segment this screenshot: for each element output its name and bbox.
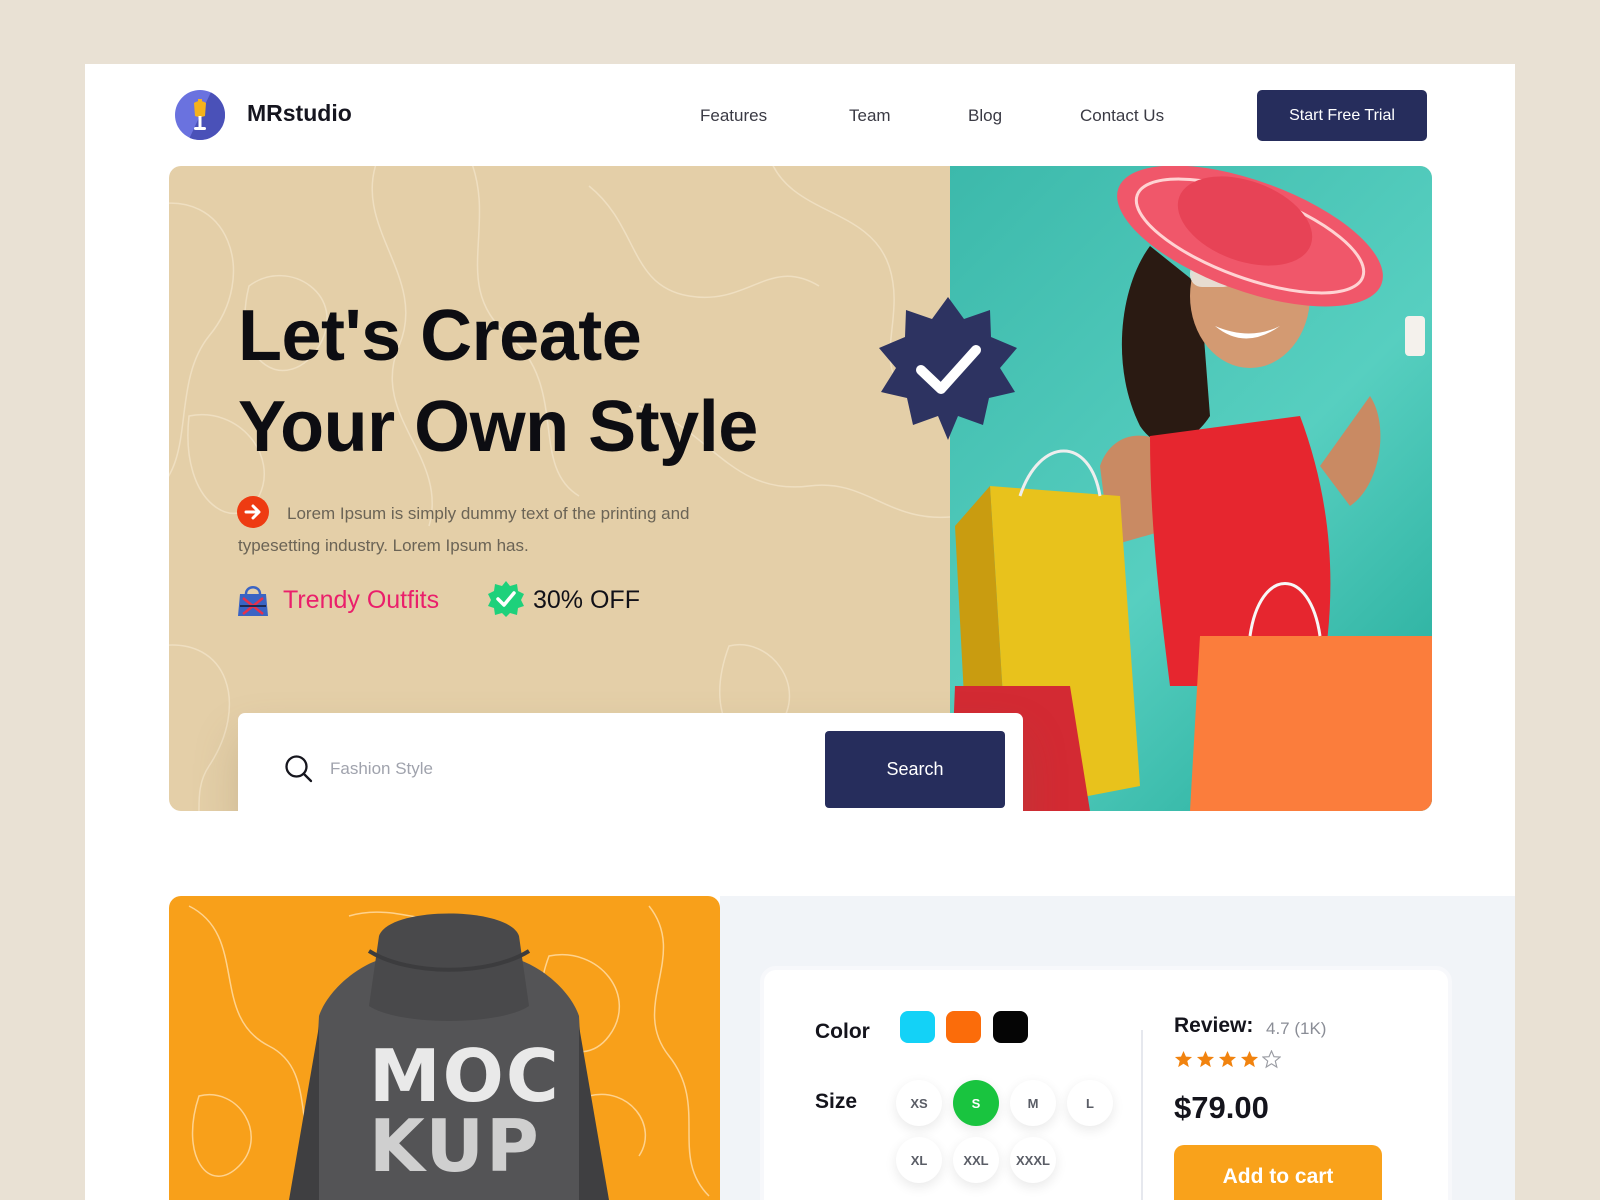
size-option-m[interactable]: M [1010,1080,1056,1126]
size-option-xxl[interactable]: XXL [953,1137,999,1183]
hero-headline: Let's Create Your Own Style [238,291,758,473]
star-filled-icon [1196,1050,1215,1068]
mockup-print-line-1: MOC [369,1034,561,1118]
trendy-outfits-tag: Trendy Outfits [283,586,440,614]
color-swatch-orange[interactable] [946,1011,981,1043]
hero-description: Lorem Ipsum is simply dummy text of the … [238,504,690,555]
search-icon [284,754,314,789]
size-label: Size [815,1090,858,1113]
hoodie-product-image: MOC KUP [169,896,720,1200]
add-to-cart-button[interactable]: Add to cart [1174,1145,1382,1200]
size-option-xxxl[interactable]: XXXL [1010,1137,1056,1183]
hero-headline-line-2: Your Own Style [238,387,758,467]
size-option-xl[interactable]: XL [896,1137,942,1183]
page-container: MRstudio Features Team Blog Contact Us S… [85,64,1515,1200]
nav-link-contact[interactable]: Contact Us [1080,106,1164,126]
start-free-trial-button[interactable]: Start Free Trial [1257,90,1427,141]
star-empty-icon [1262,1050,1281,1069]
rating-stars [1174,1050,1281,1069]
color-swatch-black[interactable] [993,1011,1028,1043]
star-filled-icon [1174,1050,1193,1068]
product-price: $79.00 [1174,1090,1269,1125]
mockup-print-line-2: KUP [369,1104,541,1188]
brand-logo-icon[interactable] [175,90,225,140]
search-bar: Search [238,713,1023,811]
discount-tag: 30% OFF [533,586,640,614]
nav-link-blog[interactable]: Blog [968,106,1002,126]
star-filled-icon [1240,1050,1259,1068]
search-button[interactable]: Search [825,731,1005,808]
discount-check-icon [487,580,525,623]
hero-headline-line-1: Let's Create [238,296,642,376]
hero-model-photo [950,166,1432,811]
search-input[interactable] [330,749,790,789]
shopping-bag-icon [237,582,269,623]
card-divider [1141,1030,1143,1200]
size-option-xs[interactable]: XS [896,1080,942,1126]
color-swatch-cyan[interactable] [900,1011,935,1043]
size-option-l[interactable]: L [1067,1080,1113,1126]
nav-link-team[interactable]: Team [849,106,891,126]
review-label: Review: [1174,1014,1254,1037]
product-options-card: Color Size XS S M L XL XXL XXXL Review: … [760,966,1452,1200]
verified-badge-icon [873,292,1023,447]
color-label: Color [815,1020,870,1043]
star-filled-icon [1218,1050,1237,1068]
hero-banner: Let's Create Your Own Style Lorem Ipsum … [169,166,1432,811]
size-option-s[interactable]: S [953,1080,999,1126]
nav-link-features[interactable]: Features [700,106,767,126]
product-details-panel: Color Size XS S M L XL XXL XXXL Review: … [720,896,1515,1200]
review-value: 4.7 (1K) [1266,1019,1327,1038]
brand-name[interactable]: MRstudio [247,100,352,127]
mockup-print: MOC KUP [369,1034,561,1188]
